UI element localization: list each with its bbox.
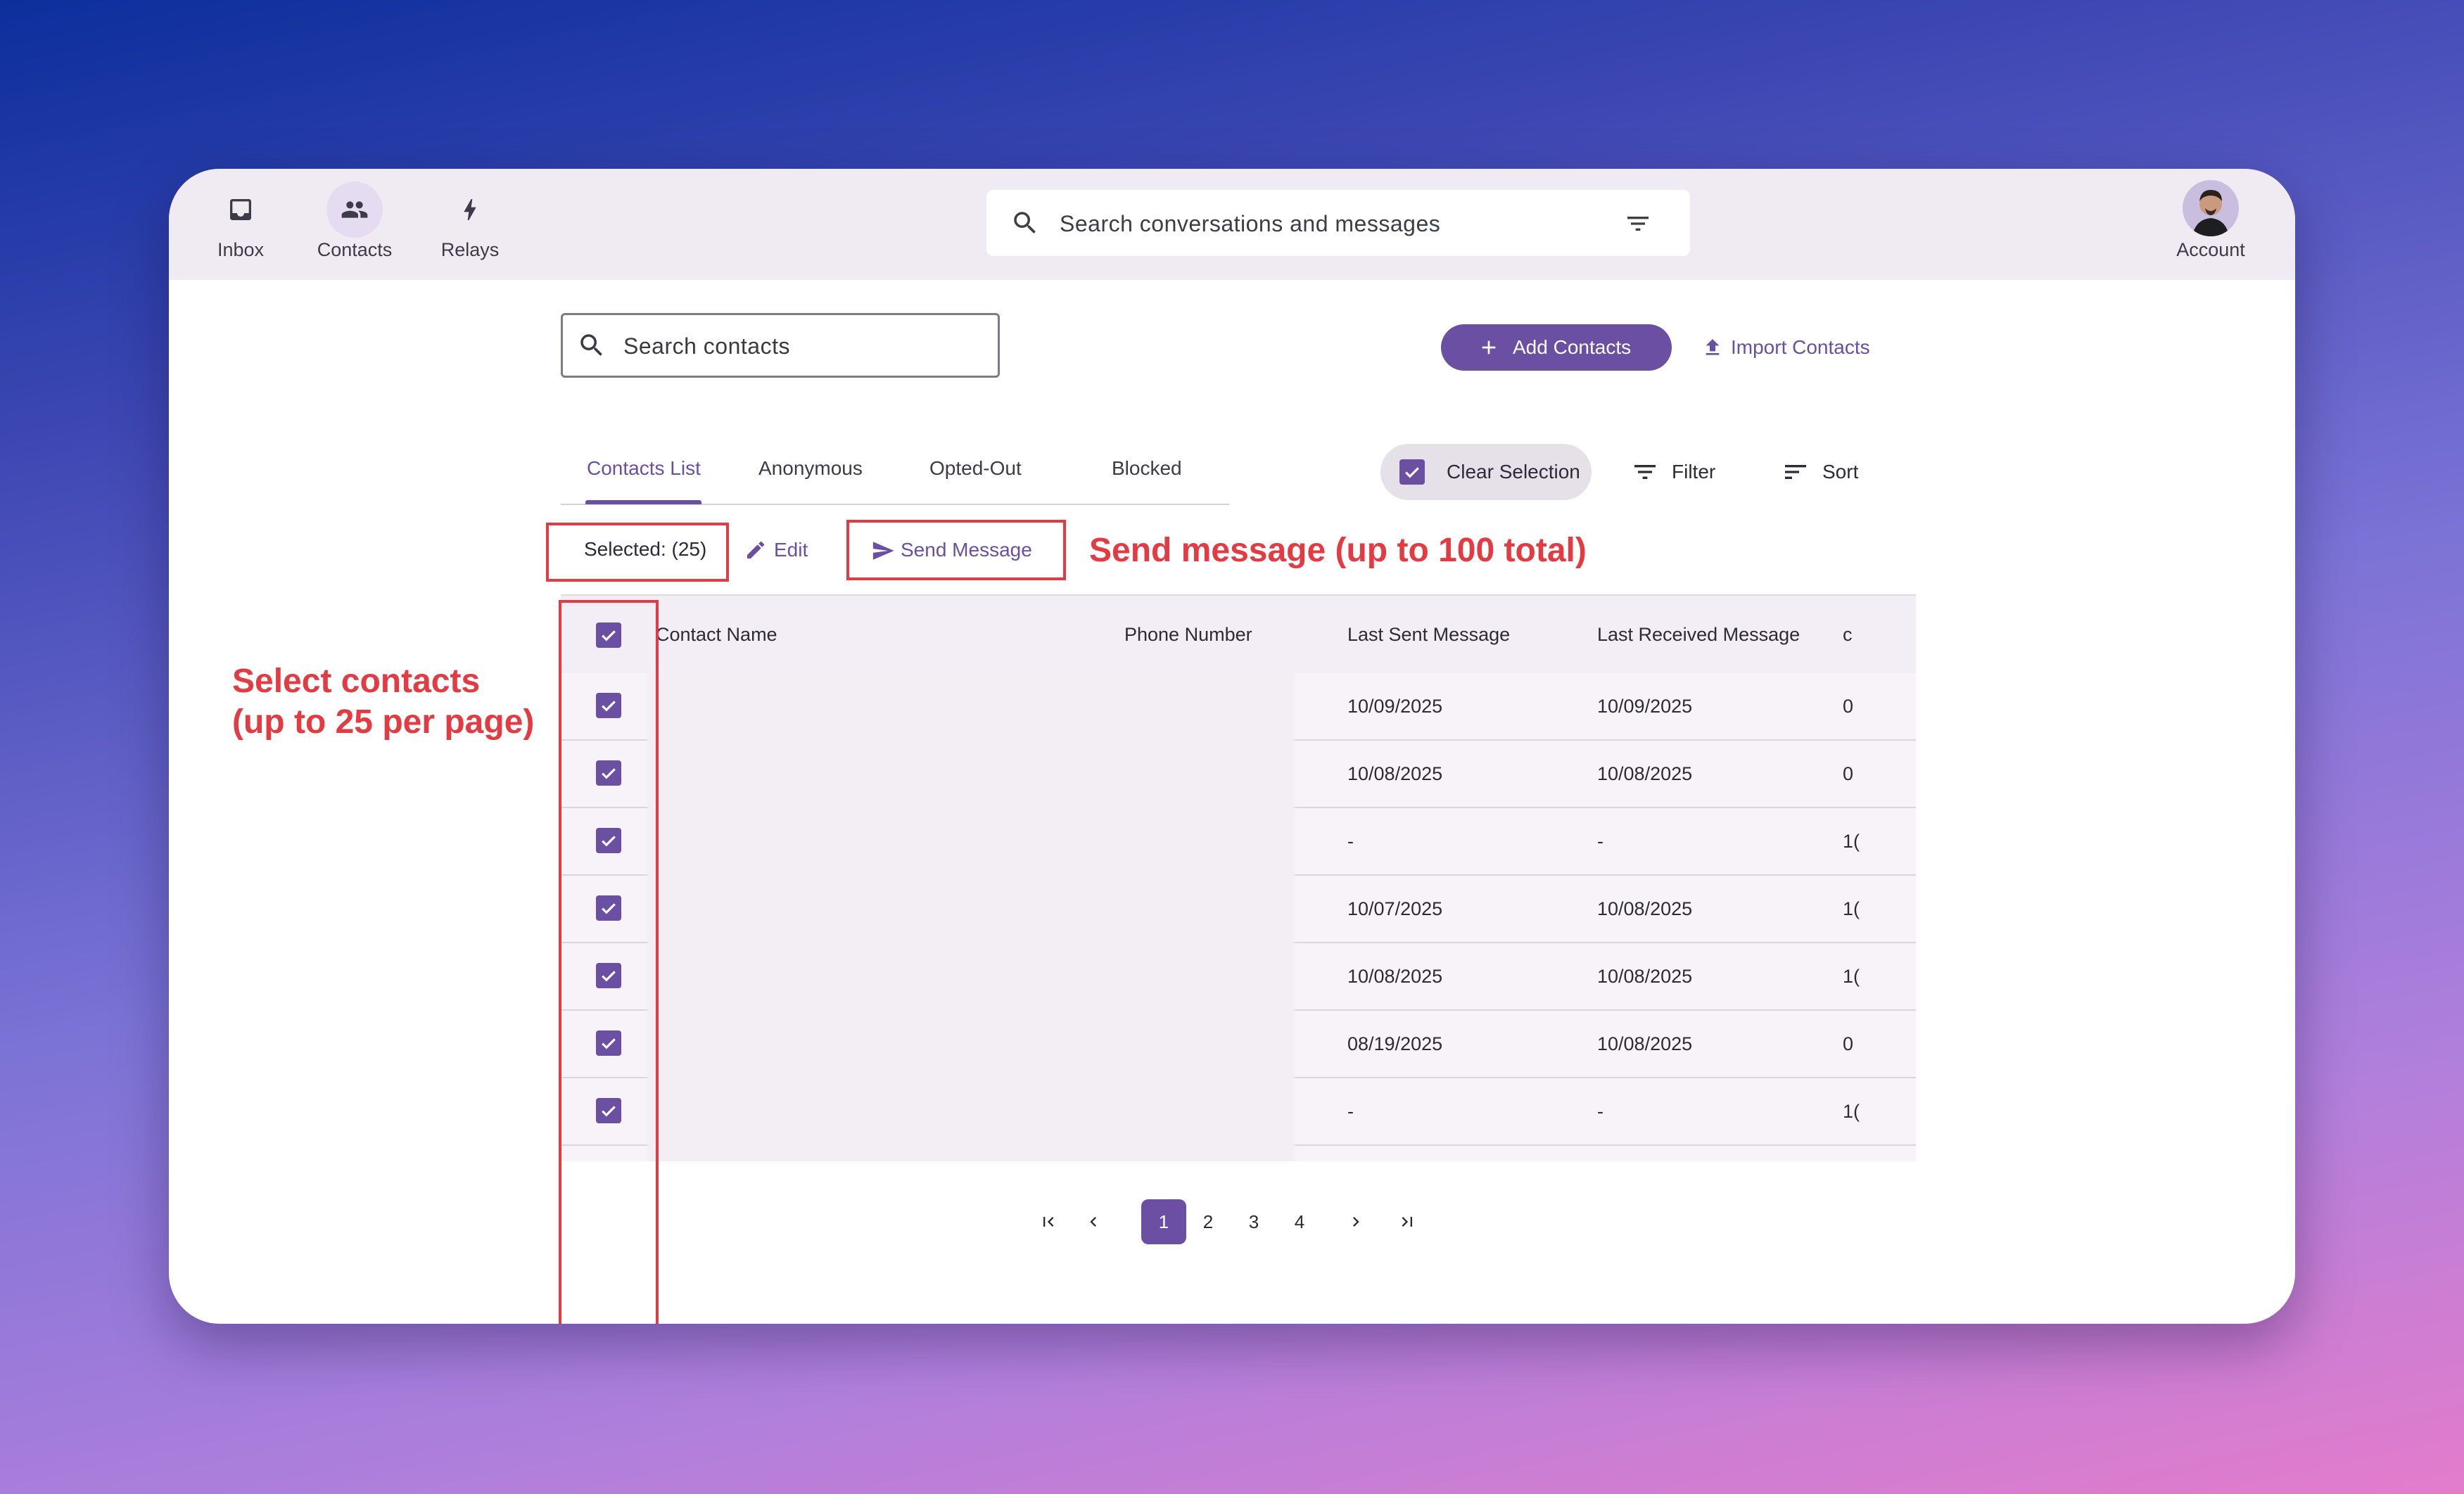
plus-icon	[1482, 340, 1496, 355]
import-contacts-label: Import Contacts	[1731, 336, 1870, 358]
chevron-left-icon	[1090, 1217, 1096, 1227]
prev-page-button[interactable]	[1071, 1199, 1116, 1244]
cell-last-received: -	[1597, 831, 1603, 852]
contacts-icon	[326, 181, 383, 238]
first-page-button[interactable]	[1026, 1199, 1071, 1244]
annotation-box-send	[846, 520, 1066, 580]
tab-anonymous[interactable]: Anonymous	[758, 457, 863, 480]
contact-search-input[interactable]: Search contacts	[561, 313, 1000, 378]
chevron-right-icon	[1353, 1217, 1359, 1227]
page-button-2[interactable]: 2	[1186, 1199, 1231, 1244]
table-header: Contact Name Phone Number Last Sent Mess…	[561, 594, 1916, 673]
edit-label: Edit	[774, 539, 808, 561]
last-page-icon	[1402, 1217, 1412, 1227]
cell-last-sent: -	[1347, 1101, 1354, 1122]
header-phone-number[interactable]: Phone Number	[1124, 624, 1252, 646]
cell-extra: 1(	[1843, 831, 1860, 852]
add-contacts-label: Add Contacts	[1513, 336, 1632, 358]
cell-last-received: 10/08/2025	[1597, 898, 1693, 919]
search-icon	[1014, 212, 1036, 234]
nav-label-contacts: Contacts	[317, 239, 393, 260]
last-page-button[interactable]	[1385, 1199, 1430, 1244]
nav-item-contacts[interactable]: Contacts	[305, 181, 404, 266]
filter-icon	[1634, 465, 1656, 479]
upload-icon	[1706, 339, 1720, 355]
contact-search-placeholder: Search contacts	[623, 333, 790, 359]
bolt-icon	[442, 181, 498, 238]
search-icon	[580, 334, 602, 356]
header-contact-name[interactable]: Contact Name	[656, 624, 777, 646]
tab-opted-out[interactable]: Opted-Out	[929, 457, 1022, 480]
cell-last-received: 10/09/2025	[1597, 696, 1693, 717]
next-page-button[interactable]	[1333, 1199, 1378, 1244]
avatar[interactable]	[2183, 180, 2239, 236]
nav-item-relays[interactable]: Relays	[421, 181, 519, 266]
contacts-table: Contact Name Phone Number Last Sent Mess…	[561, 594, 1916, 1161]
first-page-icon	[1043, 1217, 1054, 1227]
cell-extra: 1(	[1843, 966, 1860, 987]
cell-last-sent: 10/08/2025	[1347, 763, 1443, 784]
clear-selection-label: Clear Selection	[1447, 461, 1580, 483]
filter-button[interactable]: Filter	[1625, 444, 1745, 500]
filter-icon[interactable]	[1624, 210, 1652, 238]
header-last-received[interactable]: Last Received Message	[1597, 624, 1800, 646]
filter-label: Filter	[1672, 461, 1716, 483]
import-contacts-button[interactable]: Import Contacts	[1696, 324, 1886, 371]
annotation-send-message: Send message (up to 100 total)	[1089, 532, 1587, 569]
cell-extra: 0	[1843, 763, 1854, 784]
header-extra[interactable]: c	[1843, 624, 1853, 646]
top-bar: Inbox Contacts Relays Search conversatio…	[169, 169, 2295, 280]
annotation-box-checkboxes	[559, 600, 659, 1324]
annotation-select-contacts: Select contacts (up to 25 per page)	[232, 661, 534, 743]
cell-extra: 0	[1843, 1033, 1854, 1054]
tab-contacts-list[interactable]: Contacts List	[587, 457, 701, 480]
sort-button[interactable]: Sort	[1777, 444, 1883, 500]
pencil-icon	[747, 541, 765, 558]
cell-extra: 0	[1843, 696, 1854, 717]
edit-button[interactable]: Edit	[739, 532, 816, 568]
cell-extra: 1(	[1843, 898, 1860, 919]
cell-last-received: 10/08/2025	[1597, 966, 1693, 987]
cell-last-received: 10/08/2025	[1597, 1033, 1693, 1054]
add-contacts-button[interactable]: Add Contacts	[1441, 324, 1672, 371]
nav-label-relays: Relays	[440, 239, 500, 260]
annotation-select-line2: (up to 25 per page)	[232, 703, 535, 741]
cell-last-sent: -	[1347, 831, 1354, 852]
sort-label: Sort	[1822, 461, 1859, 483]
cell-last-sent: 10/07/2025	[1347, 898, 1443, 919]
cell-last-sent: 08/19/2025	[1347, 1033, 1443, 1054]
global-search-input[interactable]: Search conversations and messages	[986, 190, 1690, 256]
header-last-sent[interactable]: Last Sent Message	[1347, 624, 1510, 646]
nav-item-inbox[interactable]: Inbox	[191, 181, 290, 266]
cell-extra: 1(	[1843, 1101, 1860, 1122]
global-search-placeholder: Search conversations and messages	[1060, 211, 1441, 236]
checkbox-checked-icon	[1399, 459, 1425, 485]
annotation-box-selected	[546, 523, 729, 582]
page-button-3[interactable]: 3	[1231, 1199, 1276, 1244]
annotation-select-line1: Select contacts	[232, 663, 481, 700]
cell-last-sent: 10/08/2025	[1347, 966, 1443, 987]
sort-icon	[1785, 465, 1806, 479]
account-label: Account	[2176, 239, 2245, 260]
cell-last-sent: 10/09/2025	[1347, 696, 1443, 717]
page-button-1[interactable]: 1	[1141, 1199, 1186, 1244]
clear-selection-button[interactable]: Clear Selection	[1380, 444, 1592, 500]
active-tab-indicator	[585, 500, 701, 504]
nav-label-inbox: Inbox	[217, 239, 265, 260]
page-button-4[interactable]: 4	[1277, 1199, 1322, 1244]
cell-last-received: -	[1597, 1101, 1603, 1122]
app-window: Inbox Contacts Relays Search conversatio…	[169, 169, 2295, 1324]
cell-last-received: 10/08/2025	[1597, 763, 1693, 784]
tab-blocked[interactable]: Blocked	[1112, 457, 1182, 480]
inbox-icon	[212, 181, 269, 238]
redacted-contact-details	[647, 672, 1295, 1161]
